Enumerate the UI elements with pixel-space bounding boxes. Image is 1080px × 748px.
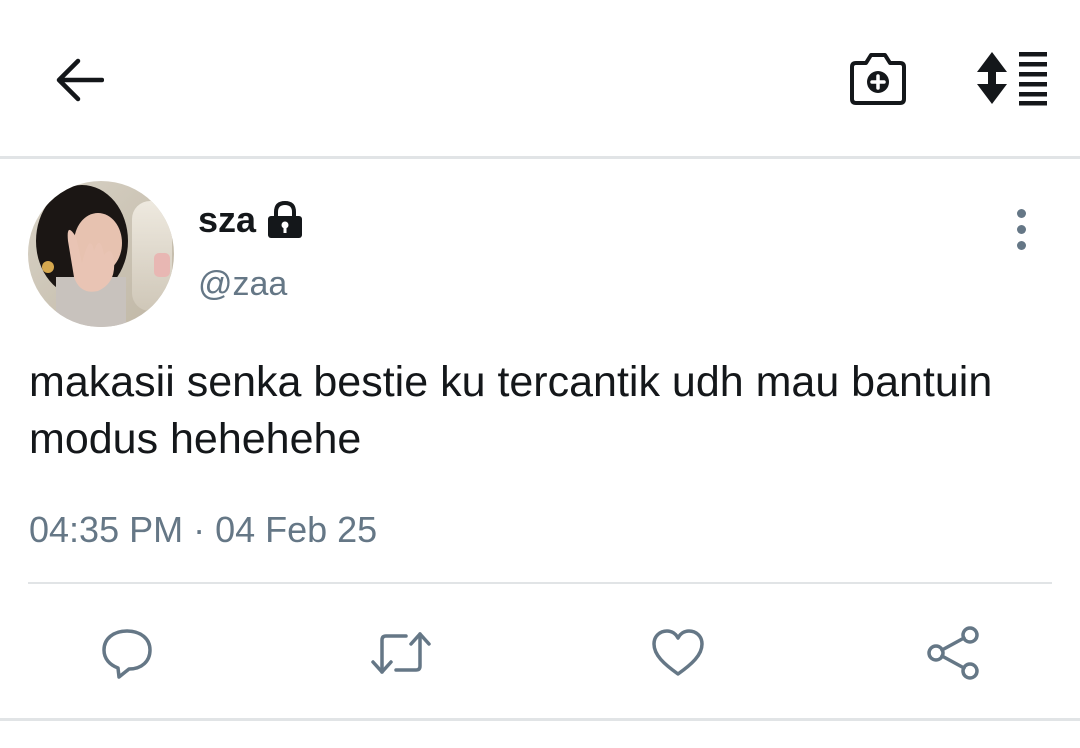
header-divider [0,156,1080,159]
top-app-bar [0,0,1080,156]
author-name-row[interactable]: sza [198,196,304,244]
sort-list-icon [977,52,1047,106]
bottom-divider [0,718,1080,721]
like-button[interactable] [647,622,709,684]
retweet-button[interactable] [370,622,432,684]
more-vertical-icon-dot [1016,240,1026,250]
reply-button[interactable] [96,622,158,684]
tweet-detail-screen: sza @zaa makasii senka bestie ku tercant… [0,0,1080,748]
heart-icon [652,629,704,676]
arrow-left-icon [56,58,104,102]
display-name[interactable]: sza [198,196,256,244]
camera-button[interactable] [842,44,914,112]
more-options-button[interactable] [1000,206,1042,252]
retweet-icon [371,632,431,674]
more-vertical-icon-dot [1016,224,1026,234]
user-handle[interactable]: @zaa [198,262,287,306]
lock-icon [268,200,303,238]
content-divider [28,582,1052,584]
camera-plus-icon [850,53,906,105]
tweet-text: makasii senka bestie ku tercantik udh ma… [29,358,993,463]
avatar[interactable] [28,181,174,327]
more-vertical-icon [1016,208,1026,218]
sort-button[interactable] [970,44,1056,112]
comment-bubble-icon [102,629,152,679]
avatar-photo [28,181,174,327]
back-button[interactable] [48,50,110,110]
share-button[interactable] [922,622,984,684]
tweet-timestamp: 04:35 PM · 04 Feb 25 [29,509,378,550]
share-icon [927,626,979,680]
